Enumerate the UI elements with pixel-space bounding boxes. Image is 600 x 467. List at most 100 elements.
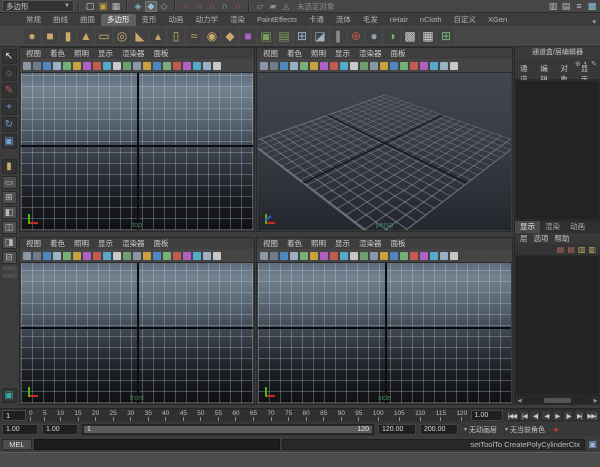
poly-cone-icon[interactable]: ▲ <box>78 28 94 44</box>
panel-toolbar-icon[interactable] <box>310 62 318 70</box>
panel-toolbar-icon[interactable] <box>183 252 191 260</box>
panel-toolbar-icon[interactable] <box>133 62 141 70</box>
time-tick-105[interactable]: 105 <box>394 410 405 421</box>
paint-select-tool[interactable]: ✎ <box>2 83 17 98</box>
panel-toolbar-icon[interactable] <box>270 252 278 260</box>
panel-menu-0[interactable]: 视图 <box>263 238 278 249</box>
time-tick-15[interactable]: 15 <box>74 410 81 421</box>
shelf-menu-arrow-icon[interactable]: ▾ <box>592 18 596 26</box>
panel-toolbar-icon[interactable] <box>183 62 191 70</box>
panel-menu-4[interactable]: 渲染器 <box>122 48 145 59</box>
command-language-button[interactable]: MEL <box>2 439 32 450</box>
panel-toolbar-icon[interactable] <box>63 252 71 260</box>
panel-menu-1[interactable]: 着色 <box>287 238 302 249</box>
panel-toolbar-icon[interactable] <box>33 62 41 70</box>
panel-toolbar-icon[interactable] <box>193 252 201 260</box>
layer-editor-menu-2[interactable]: 帮助 <box>555 233 570 244</box>
shelf-tab-7[interactable]: 渲染 <box>224 14 251 26</box>
panel-toolbar-icon[interactable] <box>280 62 288 70</box>
poly-plane-icon[interactable]: ▭ <box>96 28 112 44</box>
layout-single-pane[interactable]: ▭ <box>2 176 17 189</box>
panel-toolbar-icon[interactable] <box>173 252 181 260</box>
shelf-tab-15[interactable]: XGen <box>482 14 513 26</box>
menu-set-dropdown[interactable]: 多边形 ▼ <box>2 0 74 12</box>
new-scene-icon[interactable]: ▢ <box>84 1 96 12</box>
panel-menu-4[interactable]: 渲染器 <box>359 48 382 59</box>
layer-editor-menu-0[interactable]: 层 <box>520 233 528 244</box>
panel-toolbar-icon[interactable] <box>390 62 398 70</box>
viewport-side[interactable]: side <box>258 263 511 403</box>
viewport-persp[interactable]: persp <box>258 73 511 230</box>
panel-toolbar-icon[interactable] <box>340 252 348 260</box>
shelf-tab-8[interactable]: PaintEffects <box>251 14 303 26</box>
panel-toolbar-icon[interactable] <box>290 252 298 260</box>
panel-toolbar-icon[interactable] <box>173 62 181 70</box>
time-tick-5[interactable]: 5 <box>43 410 47 421</box>
input-connections-icon[interactable]: ▱ <box>254 1 266 12</box>
panel-toolbar-icon[interactable] <box>410 62 418 70</box>
mirror-geometry-icon[interactable]: ◑ <box>384 28 400 44</box>
poly-helix-icon[interactable]: ≈ <box>186 28 202 44</box>
panel-toolbar-icon[interactable] <box>370 252 378 260</box>
panel-toolbar-icon[interactable] <box>350 252 358 260</box>
panel-toolbar-icon[interactable] <box>290 62 298 70</box>
channel-box-list-area[interactable] <box>515 80 600 220</box>
shelf-tab-11[interactable]: 毛发 <box>357 14 384 26</box>
panel-toolbar-icon[interactable] <box>380 62 388 70</box>
checker-map-icon[interactable]: ▩ <box>402 28 418 44</box>
rotate-tool[interactable]: ↻ <box>2 117 17 132</box>
move-tool[interactable]: + <box>2 100 17 115</box>
go-to-start-button[interactable]: |◀◀ <box>506 410 519 421</box>
panel-toolbar-icon[interactable] <box>300 62 308 70</box>
layout-persp-outliner[interactable]: ◨ <box>2 236 17 249</box>
range-slider-track[interactable]: 1 120 <box>82 424 374 435</box>
playback-start-field[interactable]: 1.00 <box>42 424 78 435</box>
script-editor-icon[interactable]: ▣ <box>587 439 598 450</box>
scrollbar-track[interactable] <box>524 397 591 404</box>
shelf-tab-1[interactable]: 曲线 <box>47 14 74 26</box>
poly-cylinder-tool[interactable]: ▮ <box>2 159 17 174</box>
panel-toolbar-icon[interactable] <box>270 62 278 70</box>
viewport-top[interactable]: top <box>21 73 253 230</box>
panel-toolbar-icon[interactable] <box>43 62 51 70</box>
panel-toolbar-icon[interactable] <box>280 252 288 260</box>
panel-menu-5[interactable]: 面板 <box>391 238 406 249</box>
time-tick-110[interactable]: 110 <box>415 410 425 421</box>
select-object-icon[interactable]: ◆ <box>145 1 157 12</box>
panel-toolbar-icon[interactable] <box>123 62 131 70</box>
go-to-end-button[interactable]: ▶▶| <box>585 410 598 421</box>
panel-menu-3[interactable]: 显示 <box>98 238 113 249</box>
panel-toolbar-icon[interactable] <box>380 252 388 260</box>
time-tick-115[interactable]: 115 <box>436 410 446 421</box>
panel-toolbar-icon[interactable] <box>310 252 318 260</box>
panel-toolbar-icon[interactable] <box>410 252 418 260</box>
shelf-tab-0[interactable]: 常规 <box>20 14 47 26</box>
layout-four-pane[interactable]: ⊞ <box>2 191 17 204</box>
shelf-tab-14[interactable]: 自定义 <box>448 14 483 26</box>
panel-toolbar-icon[interactable] <box>260 62 268 70</box>
shelf-tab-13[interactable]: nCloth <box>414 14 448 26</box>
time-tick-10[interactable]: 10 <box>57 410 64 421</box>
step-forward-key-button[interactable]: |▶ <box>563 410 573 421</box>
panel-menu-4[interactable]: 渲染器 <box>359 238 382 249</box>
range-slider-thumb[interactable]: 1 120 <box>84 426 372 433</box>
time-tick-0[interactable]: 0 <box>29 410 33 421</box>
panel-toolbar-icon[interactable] <box>203 62 211 70</box>
panel-toolbar-icon[interactable] <box>450 62 458 70</box>
panel-menu-1[interactable]: 着色 <box>50 238 65 249</box>
current-time-field[interactable]: 1.00 <box>471 410 503 421</box>
select-hierarchy-icon[interactable]: ◈ <box>132 1 144 12</box>
separate-icon[interactable]: ▤ <box>276 28 292 44</box>
panel-toolbar-icon[interactable] <box>203 252 211 260</box>
panel-toolbar-icon[interactable] <box>103 62 111 70</box>
uv-checker-icon[interactable]: ▦ <box>420 28 436 44</box>
poly-cube-icon[interactable]: ■ <box>42 28 58 44</box>
shelf-tab-5[interactable]: 动画 <box>163 14 190 26</box>
layer-list-area[interactable] <box>515 255 600 395</box>
scroll-left-icon[interactable]: ◀ <box>515 398 524 404</box>
panel-toolbar-icon[interactable] <box>93 252 101 260</box>
time-tick-35[interactable]: 35 <box>145 410 152 421</box>
panel-toolbar-icon[interactable] <box>163 62 171 70</box>
show-grid-icon[interactable]: ▥ <box>547 1 559 12</box>
list-icon[interactable]: ≡ <box>573 1 585 12</box>
